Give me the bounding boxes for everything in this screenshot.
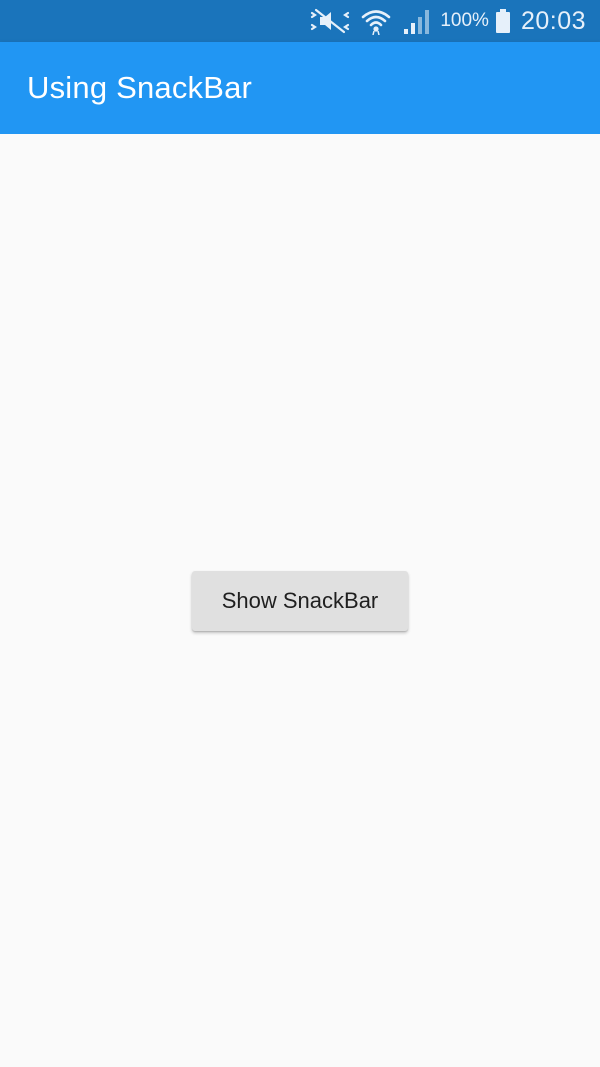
app-screen: 100% 20:03 Using SnackBar Show SnackBar: [0, 0, 600, 1067]
show-snackbar-button-label: Show SnackBar: [221, 588, 379, 613]
app-bar-title: Using SnackBar: [27, 70, 253, 105]
status-clock: 20:03: [520, 6, 586, 35]
app-bar: Using SnackBar: [0, 42, 600, 134]
battery-icon: [495, 8, 511, 34]
main-content: Show SnackBar: [0, 134, 600, 1067]
mute-vibrate-icon: [310, 8, 350, 34]
status-bar: 100% 20:03: [0, 0, 600, 42]
signal-icon: [402, 7, 432, 35]
battery-percent: 100%: [440, 10, 489, 31]
wifi-icon: [360, 7, 392, 35]
show-snackbar-button[interactable]: Show SnackBar: [192, 571, 408, 631]
